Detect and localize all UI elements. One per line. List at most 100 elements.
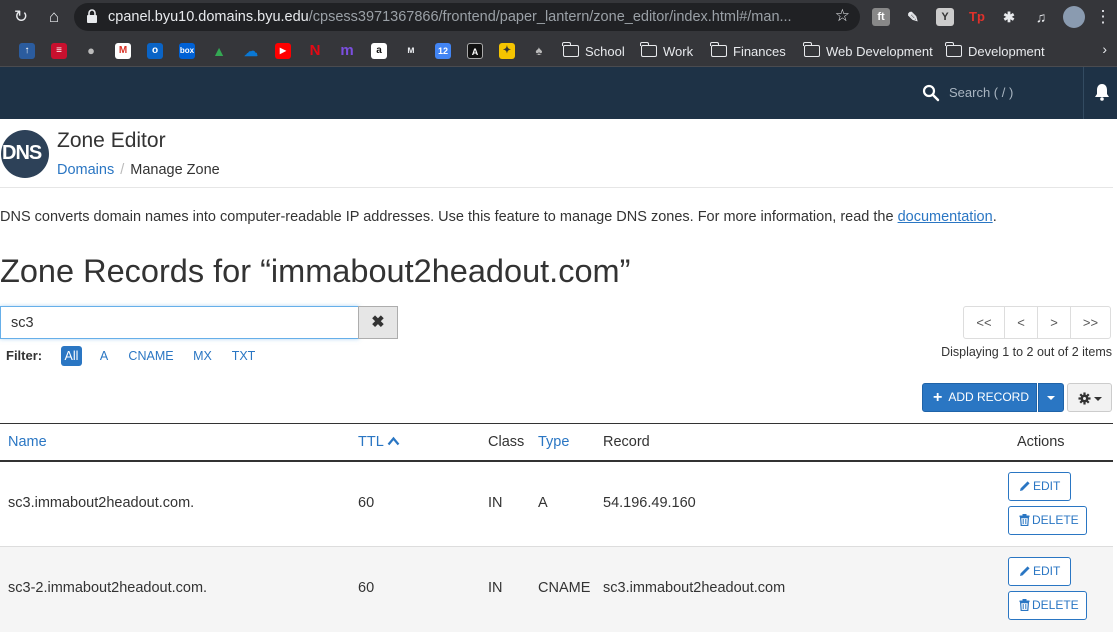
page-description: DNS converts domain names into computer-… bbox=[0, 209, 997, 225]
folder-icon bbox=[710, 42, 727, 57]
bookmark-icon[interactable]: ✦ bbox=[499, 43, 515, 59]
record-value: 54.196.49.160 bbox=[603, 495, 696, 511]
trash-icon bbox=[1019, 599, 1030, 612]
filter-label: Filter: bbox=[6, 348, 43, 363]
bell-icon[interactable] bbox=[1094, 83, 1110, 101]
table-row: sc3.immabout2headout.com. 60 IN A 54.196… bbox=[0, 462, 1113, 547]
y-extension-icon[interactable]: Y bbox=[936, 8, 954, 26]
tree-icon[interactable]: ♠ bbox=[531, 43, 547, 59]
divider bbox=[1083, 67, 1084, 119]
delete-button[interactable]: DELETE bbox=[1008, 506, 1087, 535]
breadcrumb-current: Manage Zone bbox=[130, 162, 220, 178]
filter-cname[interactable]: CNAME bbox=[126, 346, 176, 366]
onedrive-icon[interactable]: ☁ bbox=[243, 43, 259, 59]
edit-button[interactable]: EDIT bbox=[1008, 472, 1071, 501]
trash-icon bbox=[1019, 514, 1030, 527]
extension-icon[interactable]: ft bbox=[872, 8, 890, 26]
record-ttl: 60 bbox=[358, 495, 375, 511]
table-row: sc3-2.immabout2headout.com. 60 IN CNAME … bbox=[0, 547, 1113, 632]
puzzle-icon[interactable]: ✱ bbox=[1000, 8, 1018, 26]
avatar[interactable] bbox=[1063, 6, 1085, 28]
bookmark-folder-development[interactable]: Development bbox=[945, 41, 1045, 61]
search-input[interactable]: Search ( / ) bbox=[949, 85, 1013, 100]
bookmark-folder-finances[interactable]: Finances bbox=[710, 41, 786, 61]
bookmark-icon[interactable]: ≡ bbox=[51, 43, 67, 59]
filter-all[interactable]: All bbox=[61, 346, 82, 366]
bookmark-folder-work[interactable]: Work bbox=[640, 41, 693, 61]
folder-icon bbox=[803, 42, 820, 57]
breadcrumb: Domains / Manage Zone bbox=[57, 162, 220, 178]
bookmark-folder-web-development[interactable]: Web Development bbox=[803, 41, 933, 61]
folder-icon bbox=[945, 42, 962, 57]
documentation-link[interactable]: documentation bbox=[898, 209, 993, 225]
add-record-button[interactable]: + ADD RECORD bbox=[922, 383, 1037, 412]
prev-page-button[interactable]: < bbox=[1004, 306, 1038, 339]
gmail-icon[interactable]: M bbox=[115, 43, 131, 59]
first-page-button[interactable]: << bbox=[963, 306, 1005, 339]
column-header-record: Record bbox=[603, 434, 650, 450]
drive-icon[interactable]: ▲ bbox=[211, 43, 227, 59]
settings-dropdown-button[interactable] bbox=[1067, 383, 1112, 412]
pagination-status: Displaying 1 to 2 out of 2 items bbox=[941, 345, 1112, 359]
next-page-button[interactable]: > bbox=[1037, 306, 1071, 339]
table-top-border bbox=[0, 423, 1113, 424]
a-icon[interactable]: A bbox=[467, 43, 483, 59]
record-name: sc3.immabout2headout.com. bbox=[8, 495, 195, 511]
tp-extension-icon[interactable]: Tp bbox=[968, 8, 986, 26]
amazon-icon[interactable]: a bbox=[371, 43, 387, 59]
filter-mx[interactable]: MX bbox=[190, 346, 215, 366]
breadcrumb-separator: / bbox=[120, 162, 125, 178]
outlook-icon[interactable]: o bbox=[147, 43, 163, 59]
bookmark-folder-school[interactable]: School bbox=[562, 41, 625, 61]
filter-txt[interactable]: TXT bbox=[230, 346, 257, 366]
column-header-type[interactable]: Type bbox=[538, 434, 569, 450]
box-icon[interactable]: box bbox=[179, 43, 195, 59]
browser-toolbar: ↻ ⌂ cpanel.byu10.domains.byu.edu/cpsess3… bbox=[0, 0, 1117, 34]
divider bbox=[0, 187, 1113, 188]
gear-icon bbox=[1078, 392, 1091, 405]
pencil-icon bbox=[1020, 566, 1030, 576]
netflix-icon[interactable]: N bbox=[307, 43, 323, 59]
plus-icon: + bbox=[933, 389, 943, 406]
address-bar[interactable]: cpanel.byu10.domains.byu.edu/cpsess39713… bbox=[74, 3, 860, 31]
record-type: CNAME bbox=[538, 580, 591, 596]
column-header-ttl[interactable]: TTL bbox=[358, 434, 400, 450]
apple-icon[interactable]: ● bbox=[83, 43, 99, 59]
cpanel-topbar: Search ( / ) bbox=[0, 67, 1117, 119]
delete-button[interactable]: DELETE bbox=[1008, 591, 1087, 620]
zone-records-heading: Zone Records for “immabout2headout.com” bbox=[0, 253, 631, 289]
pen-extension-icon[interactable]: ✎ bbox=[904, 8, 922, 26]
chevron-right-icon[interactable]: › bbox=[1102, 41, 1107, 57]
column-header-class: Class bbox=[488, 434, 525, 450]
youtube-icon[interactable]: ▶ bbox=[275, 43, 291, 59]
page-title: Zone Editor bbox=[57, 129, 166, 152]
last-page-button[interactable]: >> bbox=[1070, 306, 1111, 339]
record-name: sc3-2.immabout2headout.com. bbox=[8, 580, 208, 596]
sort-up-icon bbox=[387, 436, 400, 446]
edit-button[interactable]: EDIT bbox=[1008, 557, 1071, 586]
search-icon[interactable] bbox=[922, 84, 940, 102]
record-search-input[interactable] bbox=[0, 306, 359, 339]
menu-dots-icon[interactable]: ⋮ bbox=[1092, 7, 1114, 27]
url-text: cpanel.byu10.domains.byu.edu/cpsess39713… bbox=[108, 9, 792, 25]
media-icon[interactable]: ♫ bbox=[1032, 8, 1050, 26]
m-icon[interactable]: m bbox=[339, 43, 355, 59]
reload-icon[interactable]: ↻ bbox=[10, 7, 32, 27]
column-header-name[interactable]: Name bbox=[8, 434, 47, 450]
breadcrumb-link-domains[interactable]: Domains bbox=[57, 162, 114, 178]
bookmark-icon[interactable]: ↑ bbox=[19, 43, 35, 59]
bookmarks-bar: ↑ ≡ ● M o box ▲ ☁ ▶ N m a м 12 A ✦ ♠ Sch… bbox=[0, 34, 1117, 67]
add-record-dropdown-toggle[interactable] bbox=[1038, 383, 1064, 412]
calendar-icon[interactable]: 12 bbox=[435, 43, 451, 59]
pencil-icon bbox=[1020, 481, 1030, 491]
home-icon[interactable]: ⌂ bbox=[43, 7, 65, 27]
caret-down-icon bbox=[1094, 397, 1102, 401]
record-class: IN bbox=[488, 495, 503, 511]
m-logo-icon[interactable]: м bbox=[403, 43, 419, 59]
filter-a[interactable]: A bbox=[97, 346, 111, 366]
folder-icon bbox=[640, 42, 657, 57]
record-type: A bbox=[538, 495, 548, 511]
bookmark-star-icon[interactable]: ☆ bbox=[835, 6, 850, 26]
clear-search-button[interactable]: ✖ bbox=[358, 306, 398, 339]
record-ttl: 60 bbox=[358, 580, 375, 596]
